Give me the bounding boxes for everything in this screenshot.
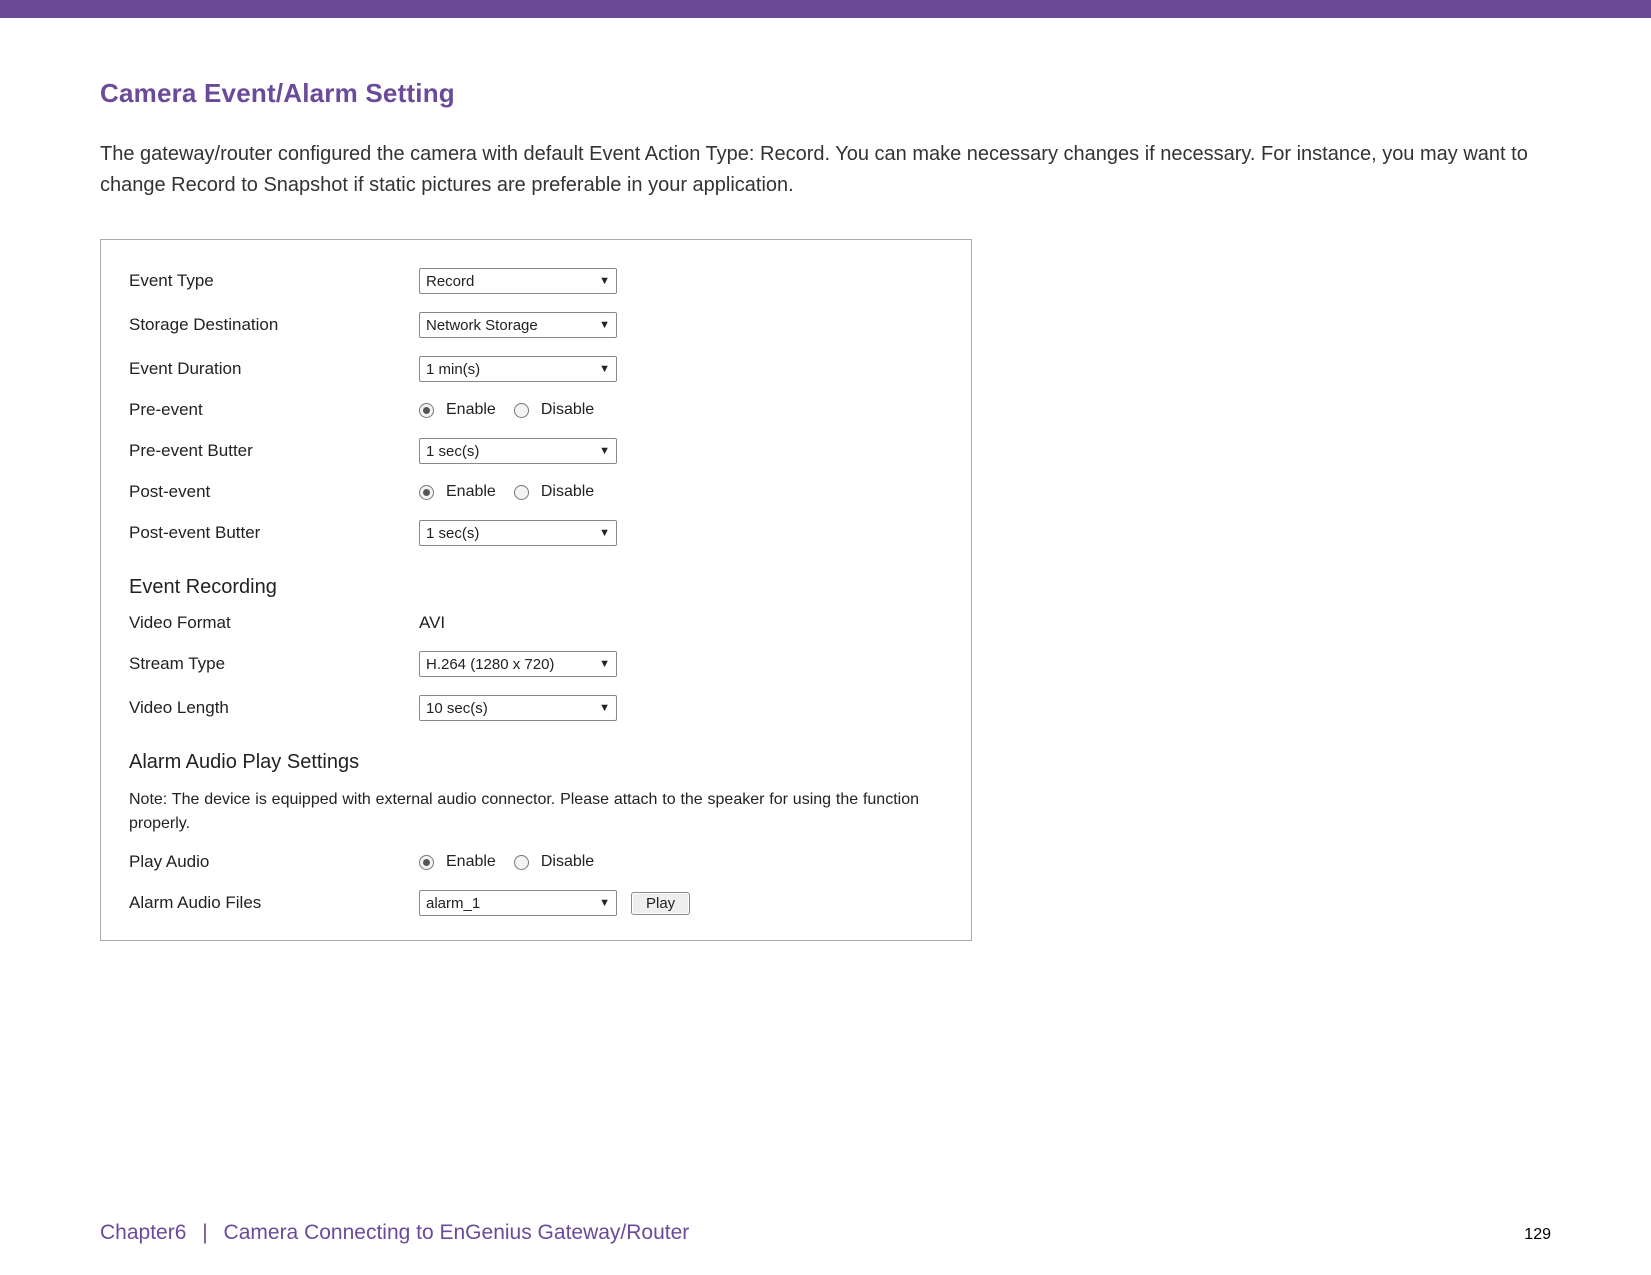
top-accent-bar — [0, 0, 1651, 18]
label-video-format: Video Format — [129, 613, 419, 633]
label-event-type: Event Type — [129, 271, 419, 291]
row-post-event: Post-event Enable Disable — [129, 482, 943, 502]
radio-play-audio-enable[interactable] — [419, 855, 434, 870]
select-event-type[interactable]: Record ▼ — [419, 268, 617, 294]
row-event-type: Event Type Record ▼ — [129, 268, 943, 294]
row-stream-type: Stream Type H.264 (1280 x 720) ▼ — [129, 651, 943, 677]
chevron-down-icon: ▼ — [599, 275, 610, 287]
chevron-down-icon: ▼ — [599, 363, 610, 375]
select-post-event-butter[interactable]: 1 sec(s) ▼ — [419, 520, 617, 546]
page-title: Camera Event/Alarm Setting — [100, 78, 1551, 109]
select-stream-type[interactable]: H.264 (1280 x 720) ▼ — [419, 651, 617, 677]
value-video-format: AVI — [419, 613, 445, 633]
radio-pre-event-enable[interactable] — [419, 403, 434, 418]
label-alarm-audio-files: Alarm Audio Files — [129, 893, 419, 913]
row-pre-event: Pre-event Enable Disable — [129, 400, 943, 420]
section-alarm-audio: Alarm Audio Play Settings — [129, 751, 943, 774]
radio-play-audio-enable-label: Enable — [446, 853, 496, 871]
play-button[interactable]: Play — [631, 892, 690, 915]
radio-post-event-enable-label: Enable — [446, 483, 496, 501]
row-alarm-audio-files: Alarm Audio Files alarm_1 ▼ Play — [129, 890, 943, 916]
select-storage-destination-value: Network Storage — [426, 317, 538, 334]
row-pre-event-butter: Pre-event Butter 1 sec(s) ▼ — [129, 438, 943, 464]
row-video-length: Video Length 10 sec(s) ▼ — [129, 695, 943, 721]
select-pre-event-butter-value: 1 sec(s) — [426, 443, 479, 460]
label-post-event-butter: Post-event Butter — [129, 523, 419, 543]
chevron-down-icon: ▼ — [599, 658, 610, 670]
label-pre-event-butter: Pre-event Butter — [129, 441, 419, 461]
label-stream-type: Stream Type — [129, 654, 419, 674]
footer-chapter: Chapter6 — [100, 1221, 186, 1244]
settings-panel: Event Type Record ▼ Storage Destination … — [100, 239, 972, 941]
chevron-down-icon: ▼ — [599, 702, 610, 714]
select-alarm-audio-files-value: alarm_1 — [426, 895, 480, 912]
select-stream-type-value: H.264 (1280 x 720) — [426, 656, 554, 673]
select-post-event-butter-value: 1 sec(s) — [426, 525, 479, 542]
chevron-down-icon: ▼ — [599, 445, 610, 457]
label-event-duration: Event Duration — [129, 359, 419, 379]
radio-pre-event-disable[interactable] — [514, 403, 529, 418]
row-post-event-butter: Post-event Butter 1 sec(s) ▼ — [129, 520, 943, 546]
alarm-audio-note: Note: The device is equipped with extern… — [129, 788, 919, 836]
label-play-audio: Play Audio — [129, 852, 419, 872]
row-event-duration: Event Duration 1 min(s) ▼ — [129, 356, 943, 382]
radio-post-event-disable-label: Disable — [541, 483, 594, 501]
select-pre-event-butter[interactable]: 1 sec(s) ▼ — [419, 438, 617, 464]
label-post-event: Post-event — [129, 482, 419, 502]
row-storage-destination: Storage Destination Network Storage ▼ — [129, 312, 943, 338]
page-intro: The gateway/router configured the camera… — [100, 139, 1551, 201]
chevron-down-icon: ▼ — [599, 319, 610, 331]
footer-separator: | — [202, 1221, 207, 1244]
radio-play-audio-disable-label: Disable — [541, 853, 594, 871]
select-alarm-audio-files[interactable]: alarm_1 ▼ — [419, 890, 617, 916]
select-event-type-value: Record — [426, 273, 474, 290]
radio-post-event-enable[interactable] — [419, 485, 434, 500]
label-pre-event: Pre-event — [129, 400, 419, 420]
radio-pre-event-disable-label: Disable — [541, 401, 594, 419]
chevron-down-icon: ▼ — [599, 897, 610, 909]
radio-pre-event-enable-label: Enable — [446, 401, 496, 419]
section-event-recording: Event Recording — [129, 576, 943, 599]
footer-title: Camera Connecting to EnGenius Gateway/Ro… — [224, 1221, 690, 1244]
label-video-length: Video Length — [129, 698, 419, 718]
select-video-length-value: 10 sec(s) — [426, 700, 488, 717]
row-play-audio: Play Audio Enable Disable — [129, 852, 943, 872]
chevron-down-icon: ▼ — [599, 527, 610, 539]
select-event-duration[interactable]: 1 min(s) ▼ — [419, 356, 617, 382]
label-storage-destination: Storage Destination — [129, 315, 419, 335]
select-video-length[interactable]: 10 sec(s) ▼ — [419, 695, 617, 721]
row-video-format: Video Format AVI — [129, 613, 943, 633]
radio-post-event-disable[interactable] — [514, 485, 529, 500]
select-storage-destination[interactable]: Network Storage ▼ — [419, 312, 617, 338]
footer-breadcrumb: Chapter6 | Camera Connecting to EnGenius… — [100, 1221, 689, 1245]
select-event-duration-value: 1 min(s) — [426, 361, 480, 378]
page-number: 129 — [1524, 1226, 1551, 1244]
radio-play-audio-disable[interactable] — [514, 855, 529, 870]
